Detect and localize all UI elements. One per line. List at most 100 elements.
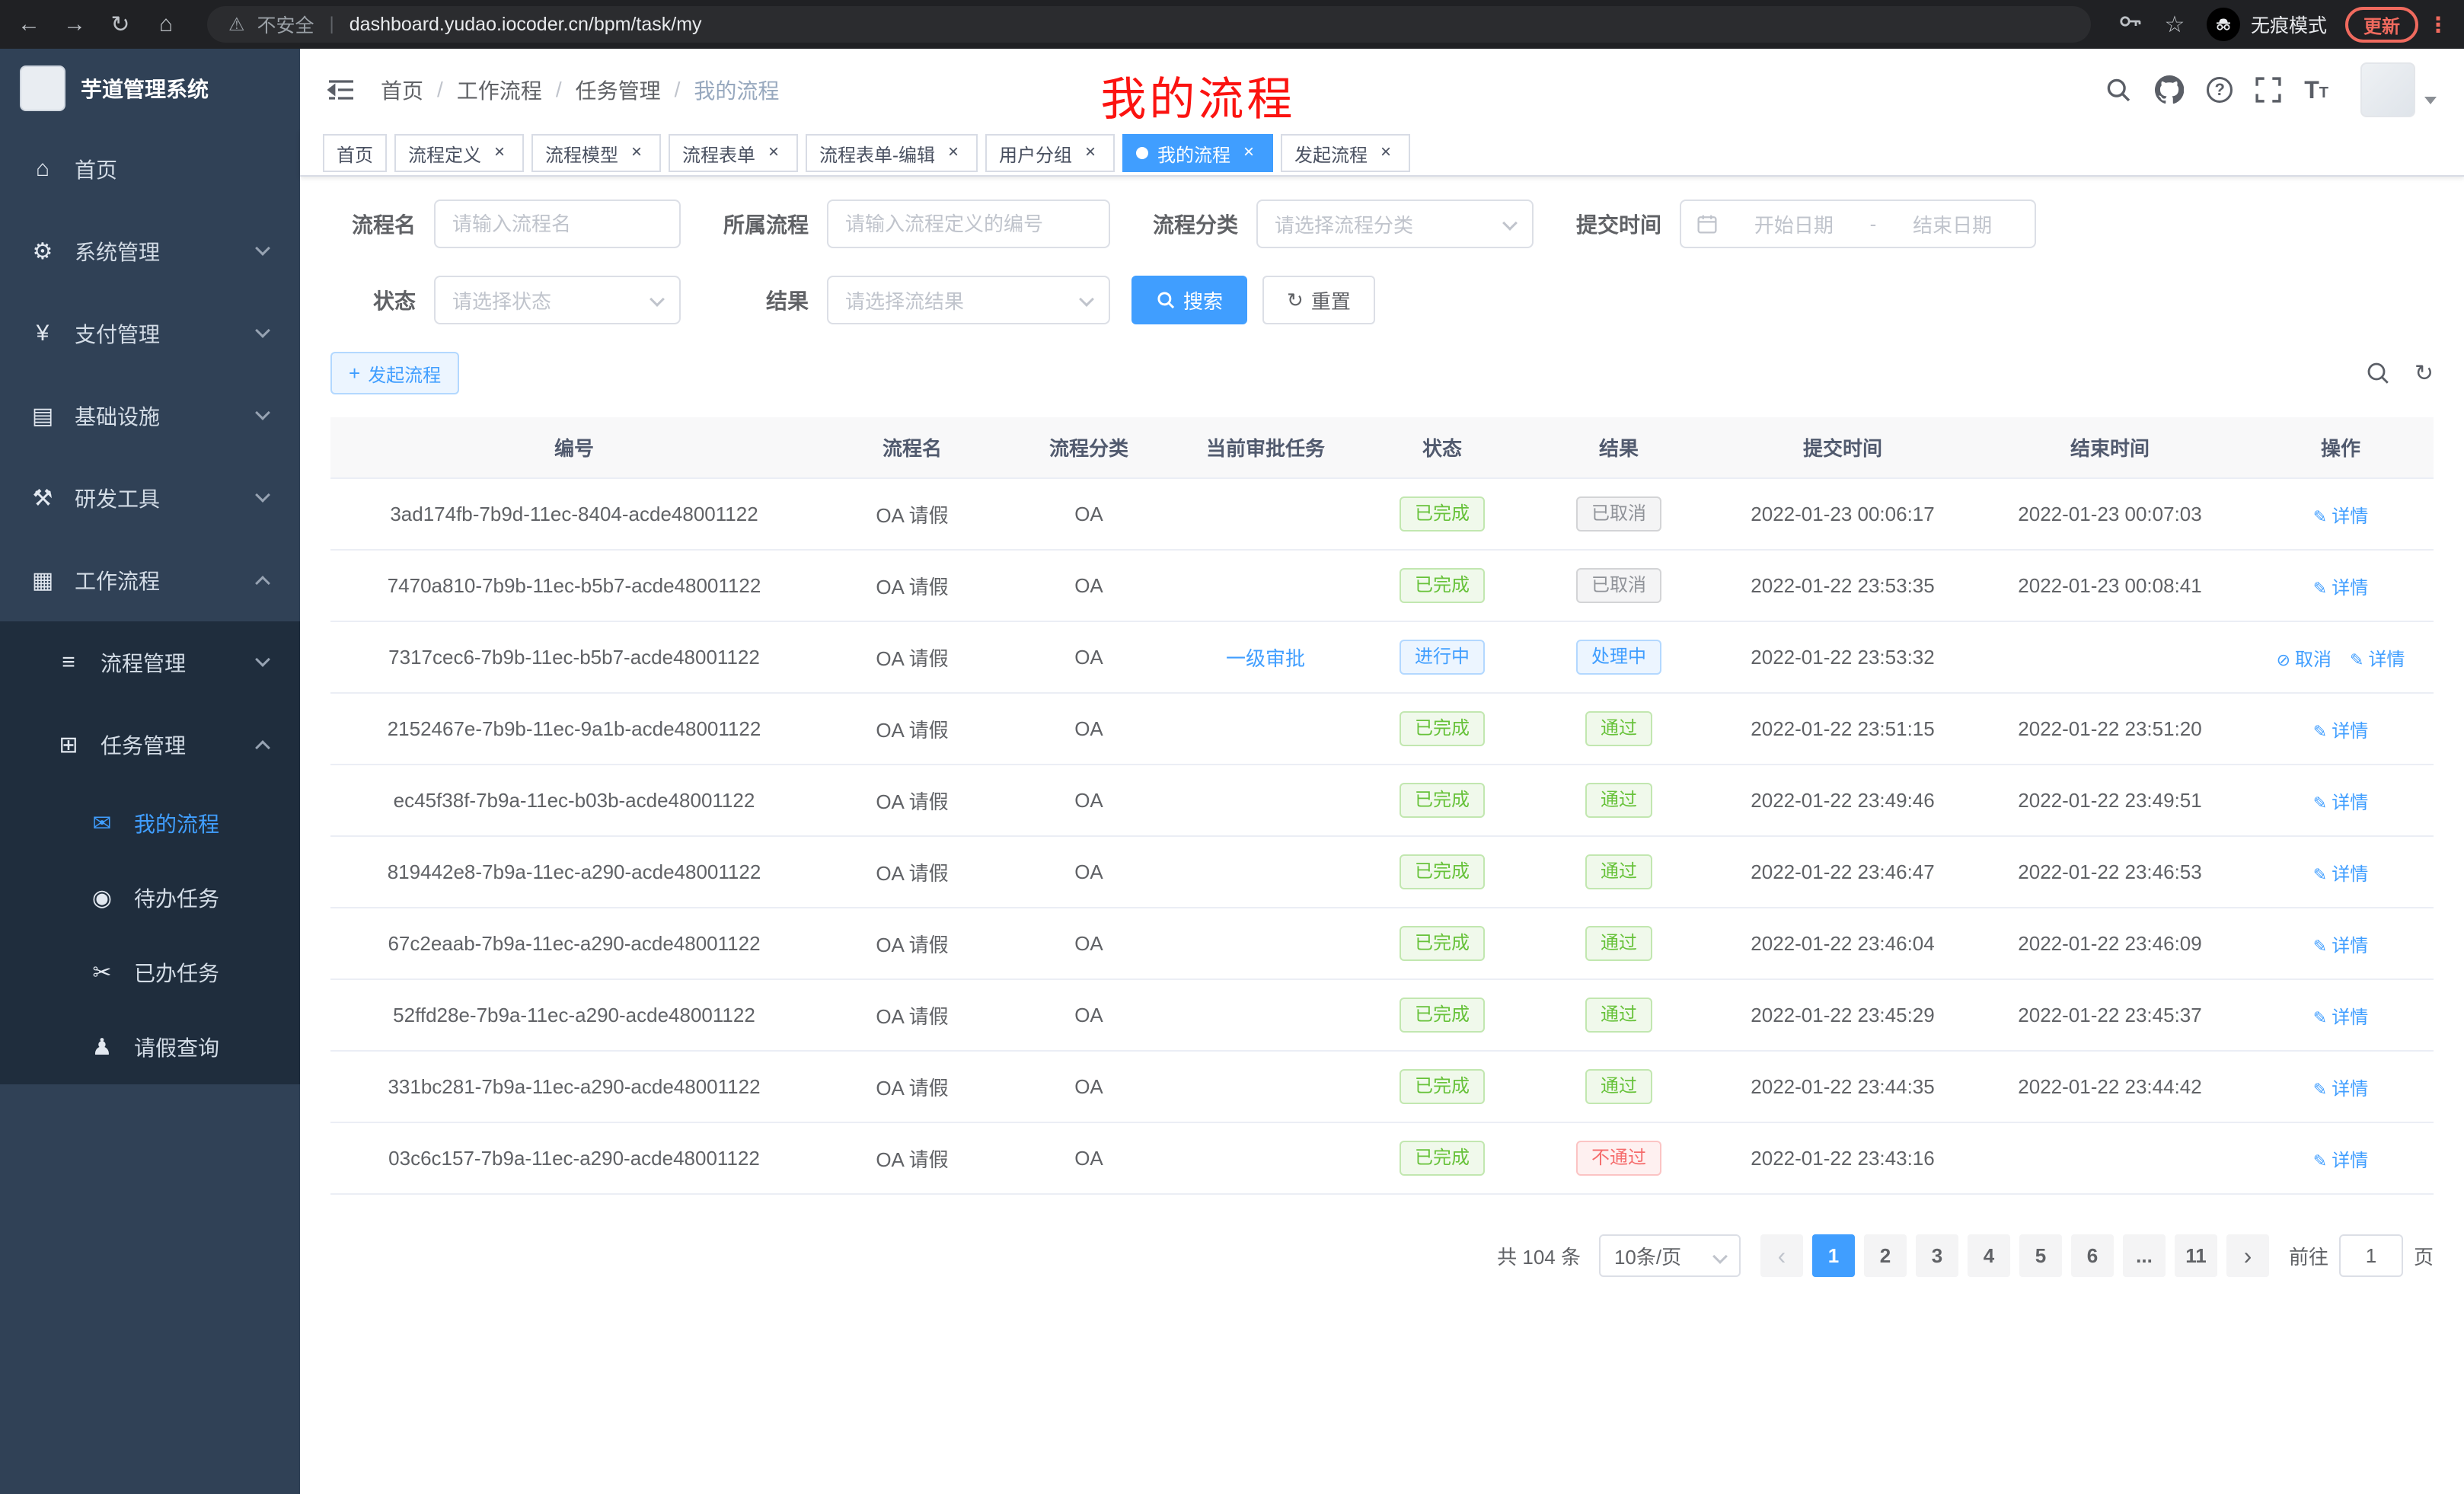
action-link[interactable]: ✎详情	[2313, 864, 2368, 885]
tab[interactable]: 用户分组 ×	[985, 134, 1115, 172]
back-icon[interactable]: ←	[15, 11, 43, 37]
help-icon[interactable]: ?	[2207, 77, 2233, 103]
action-link[interactable]: ⊘取消	[2277, 650, 2332, 670]
page-button[interactable]: 4	[1968, 1234, 2010, 1277]
sidebar-menu-item[interactable]: ⌂ 首页	[0, 128, 300, 210]
sidebar-menu-item[interactable]: ✉ 我的流程	[0, 786, 300, 860]
close-icon[interactable]: ×	[943, 142, 964, 164]
sidebar-menu-item[interactable]: ⊞ 任务管理	[0, 704, 300, 786]
breadcrumb-workflow[interactable]: 工作流程	[457, 75, 542, 105]
search-icon[interactable]	[2105, 76, 2132, 104]
close-icon[interactable]: ×	[1238, 142, 1259, 164]
sidebar-menu-item[interactable]: ◉ 待办任务	[0, 860, 300, 935]
process-input[interactable]	[827, 200, 1110, 248]
user-menu[interactable]	[2360, 62, 2437, 117]
edit-icon: ✎	[2313, 1008, 2327, 1027]
tab[interactable]: 首页	[323, 134, 387, 172]
logo[interactable]: 芋道管理系统	[0, 49, 300, 128]
navbar-actions: ? T T	[2105, 62, 2437, 117]
bookmark-star-icon[interactable]: ☆	[2161, 11, 2188, 38]
tab[interactable]: 流程定义 ×	[394, 134, 524, 172]
search-toggle-icon[interactable]	[2366, 361, 2390, 385]
prev-page-button[interactable]: ‹	[1760, 1234, 1803, 1277]
browser-menu-icon[interactable]: ⋮	[2427, 12, 2449, 37]
tab[interactable]: 流程表单 ×	[669, 134, 798, 172]
action-link[interactable]: ✎详情	[2313, 506, 2368, 527]
sidebar-menu-item[interactable]: ≡ 流程管理	[0, 621, 300, 704]
close-icon[interactable]: ×	[1375, 142, 1396, 164]
close-icon[interactable]: ×	[489, 142, 510, 164]
result-badge: 通过	[1585, 998, 1652, 1033]
action-link[interactable]: ✎详情	[2313, 578, 2368, 599]
reload-icon[interactable]: ↻	[107, 11, 134, 38]
tab[interactable]: 我的流程 ×	[1122, 134, 1273, 172]
sidebar-menu-item[interactable]: ¥ 支付管理	[0, 292, 300, 375]
address-bar[interactable]: ⚠ 不安全 | dashboard.yudao.iocoder.cn/bpm/t…	[207, 6, 2091, 43]
hamburger-icon[interactable]	[327, 78, 355, 102]
sidebar-menu-item[interactable]: ✂ 已办任务	[0, 935, 300, 1010]
logo-image	[20, 65, 65, 111]
breadcrumb-task[interactable]: 任务管理	[576, 75, 661, 105]
status-select[interactable]: 请选择状态	[434, 276, 681, 324]
page-jump-input[interactable]	[2339, 1234, 2403, 1277]
chevron-icon	[255, 487, 270, 503]
page-button[interactable]: 5	[2019, 1234, 2062, 1277]
create-process-button[interactable]: + 发起流程	[330, 352, 459, 394]
action-link[interactable]: ✎详情	[2313, 793, 2368, 813]
page-button[interactable]: 11	[2175, 1234, 2217, 1277]
sidebar-menu-item[interactable]: ⚒ 研发工具	[0, 457, 300, 539]
name-input[interactable]	[434, 200, 681, 248]
date-range-picker[interactable]: 开始日期 - 结束日期	[1680, 200, 2036, 248]
close-icon[interactable]: ×	[1080, 142, 1101, 164]
cell-actions: ✎详情	[2248, 765, 2434, 836]
font-size-icon[interactable]: T T	[2304, 78, 2328, 102]
sidebar-menu-item[interactable]: ▤ 基础设施	[0, 375, 300, 457]
pagination: 共 104 条 10条/页 ‹ 123456...11 › 前往 页	[330, 1234, 2434, 1277]
tab[interactable]: 流程表单-编辑 ×	[806, 134, 978, 172]
forward-icon[interactable]: →	[61, 11, 88, 37]
next-page-button[interactable]: ›	[2226, 1234, 2269, 1277]
update-chip[interactable]: 更新 ⋮	[2345, 7, 2449, 43]
app-title: 芋道管理系统	[81, 73, 209, 104]
sidebar-menu-item[interactable]: ▦ 工作流程	[0, 539, 300, 621]
chevron-icon	[255, 652, 270, 667]
sidebar-menu-item[interactable]: ♟ 请假查询	[0, 1010, 300, 1084]
cell-end-time: 2022-01-23 00:08:41	[1972, 550, 2248, 621]
pay-icon: ¥	[29, 321, 56, 346]
result-select[interactable]: 请选择流结果	[827, 276, 1110, 324]
action-link[interactable]: ✎详情	[2313, 1079, 2368, 1100]
page-button[interactable]: 3	[1916, 1234, 1958, 1277]
close-icon[interactable]: ×	[626, 142, 647, 164]
goto-label: 前往	[2289, 1242, 2328, 1270]
cell-submit-time: 2022-01-22 23:53:35	[1713, 550, 1972, 621]
page-button[interactable]: ...	[2123, 1234, 2166, 1277]
incognito-chip[interactable]: 无痕模式	[2207, 8, 2327, 41]
page-size-select[interactable]: 10条/页	[1599, 1234, 1741, 1277]
action-link[interactable]: ✎详情	[2313, 936, 2368, 956]
search-button[interactable]: 搜索	[1131, 276, 1247, 324]
reset-button[interactable]: ↻ 重置	[1262, 276, 1375, 324]
task-link[interactable]: 一级审批	[1226, 647, 1305, 670]
github-icon[interactable]	[2155, 75, 2184, 104]
cell-category: OA	[1007, 478, 1171, 550]
chevron-down-icon	[1079, 292, 1094, 307]
page-button[interactable]: 6	[2071, 1234, 2114, 1277]
category-select[interactable]: 请选择流程分类	[1256, 200, 1534, 248]
table-refresh-icon[interactable]: ↻	[2415, 360, 2434, 387]
close-icon[interactable]: ×	[763, 142, 784, 164]
security-label: 不安全	[257, 11, 314, 38]
breadcrumb-home[interactable]: 首页	[381, 75, 423, 105]
tab[interactable]: 发起流程 ×	[1281, 134, 1410, 172]
fullscreen-icon[interactable]	[2255, 77, 2281, 103]
page-button[interactable]: 2	[1864, 1234, 1907, 1277]
action-link[interactable]: ✎详情	[2313, 721, 2368, 742]
page-button[interactable]: 1	[1812, 1234, 1855, 1277]
tab[interactable]: 流程模型 ×	[531, 134, 661, 172]
action-link[interactable]: ✎详情	[2350, 650, 2405, 670]
action-link[interactable]: ✎详情	[2313, 1151, 2368, 1171]
browser-home-icon[interactable]: ⌂	[152, 11, 180, 37]
sidebar-menu-item[interactable]: ⚙ 系统管理	[0, 210, 300, 292]
action-link[interactable]: ✎详情	[2313, 1007, 2368, 1028]
key-icon[interactable]	[2118, 9, 2143, 40]
cell-id: 52ffd28e-7b9a-11ec-a290-acde48001122	[330, 979, 818, 1051]
